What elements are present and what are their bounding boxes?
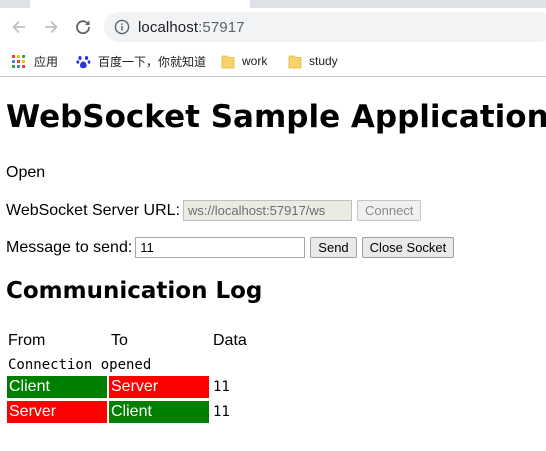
reload-icon bbox=[76, 20, 90, 35]
url-port: :57917 bbox=[198, 19, 245, 36]
connection-status: Open bbox=[6, 164, 46, 181]
url-text[interactable]: localhost:57917 bbox=[138, 19, 245, 36]
reload-button[interactable] bbox=[72, 16, 94, 38]
server-url-label: WebSocket Server URL: bbox=[6, 201, 180, 219]
close-socket-button[interactable]: Close Socket bbox=[361, 237, 455, 258]
log-header-from: From bbox=[8, 332, 46, 349]
bookmarks-bar: 应用 百度一下，你就知道 work study bbox=[0, 46, 546, 77]
bookmark-label: study bbox=[309, 54, 338, 68]
forward-arrow-icon bbox=[45, 20, 58, 34]
folder-icon bbox=[288, 55, 302, 68]
log-cell-to: Client bbox=[109, 401, 209, 423]
message-value: 11 bbox=[140, 240, 154, 255]
tab-strip bbox=[0, 0, 546, 8]
back-arrow-icon bbox=[12, 20, 25, 34]
log-note: Connection opened bbox=[8, 357, 152, 373]
bookmark-apps[interactable]: 应用 bbox=[12, 52, 58, 70]
active-tab[interactable] bbox=[30, 0, 250, 8]
apps-grid-icon bbox=[12, 54, 25, 68]
page-title: WebSocket Sample Application bbox=[6, 99, 546, 135]
log-cell-to: Server bbox=[109, 376, 209, 398]
communication-log-title: Communication Log bbox=[6, 278, 263, 304]
message-label: Message to send: bbox=[6, 238, 133, 256]
page-content: WebSocket Sample Application Open WebSoc… bbox=[0, 77, 546, 451]
server-url-input[interactable]: ws://localhost:57917/ws bbox=[183, 200, 352, 221]
info-icon[interactable] bbox=[114, 19, 130, 35]
server-url-value: ws://localhost:57917/ws bbox=[188, 203, 326, 218]
server-url-row: WebSocket Server URL: ws://localhost:579… bbox=[6, 200, 422, 221]
folder-icon bbox=[221, 55, 235, 68]
log-cell-from: Server bbox=[7, 401, 107, 423]
url-host: localhost bbox=[138, 19, 199, 36]
bookmark-baidu[interactable]: 百度一下，你就知道 bbox=[76, 52, 206, 70]
log-cell-data: 11 bbox=[213, 379, 230, 395]
log-header-data: Data bbox=[213, 332, 247, 349]
browser-toolbar: localhost:57917 bbox=[0, 8, 546, 46]
baidu-paw-icon bbox=[76, 55, 91, 68]
connect-button[interactable]: Connect bbox=[357, 200, 422, 221]
bookmark-label: 百度一下，你就知道 bbox=[98, 54, 207, 69]
message-input[interactable]: 11 bbox=[135, 237, 306, 258]
address-bar[interactable]: localhost:57917 bbox=[104, 12, 546, 42]
log-cell-from: Client bbox=[7, 376, 107, 398]
log-header-to: To bbox=[111, 332, 128, 349]
message-row: Message to send: 11 Send Close Socket bbox=[6, 237, 455, 258]
log-cell-data: 11 bbox=[213, 404, 230, 420]
bookmark-label: work bbox=[242, 54, 268, 68]
bookmark-study[interactable]: study bbox=[288, 52, 338, 70]
forward-button[interactable] bbox=[40, 16, 62, 38]
bookmark-work[interactable]: work bbox=[221, 52, 267, 70]
send-button[interactable]: Send bbox=[310, 237, 357, 258]
back-button[interactable] bbox=[8, 16, 30, 38]
bookmark-label: 应用 bbox=[34, 54, 59, 69]
